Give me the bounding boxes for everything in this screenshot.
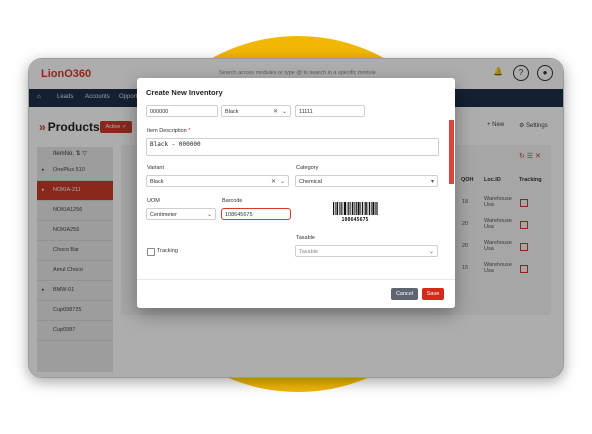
chevron-down-icon[interactable]: ⌄ xyxy=(207,209,212,221)
tracking-label: Tracking xyxy=(157,248,178,254)
variant-select[interactable]: Black ✕ ⌄ xyxy=(146,175,289,187)
modal-title: Create New Inventory xyxy=(146,88,223,97)
barcode-number: 108645675 xyxy=(341,217,369,223)
create-inventory-modal: Create New Inventory 000000 Black ✕ ⌄ 11… xyxy=(137,78,455,308)
chevron-down-icon[interactable]: ⌄ xyxy=(280,176,285,188)
color-select[interactable]: Black ✕ ⌄ xyxy=(221,105,291,117)
modal-body: 000000 Black ✕ ⌄ 11111 Item Description … xyxy=(137,103,455,279)
chevron-down-icon[interactable]: ⌄ xyxy=(429,246,434,258)
item-description-label: Item Description * xyxy=(147,128,191,134)
uom-label: UOM xyxy=(147,198,160,204)
modal-footer: Cancel Save xyxy=(137,279,455,308)
clear-icon[interactable]: ✕ xyxy=(273,106,278,118)
caret-down-icon[interactable]: ▾ xyxy=(431,176,434,188)
category-label: Category xyxy=(296,165,319,171)
barcode-label: Barcode xyxy=(222,198,243,204)
clear-icon[interactable]: ✕ xyxy=(271,176,276,188)
variant-label: Variant xyxy=(147,165,165,171)
save-button[interactable]: Save xyxy=(422,288,444,300)
tracking-checkbox[interactable] xyxy=(147,248,155,256)
barcode-field[interactable]: 108645675 xyxy=(221,208,291,220)
uom-select[interactable]: Centimeter ⌄ xyxy=(146,208,216,220)
code-field[interactable]: 000000 xyxy=(146,105,218,117)
category-select[interactable]: Chemical ▾ xyxy=(295,175,438,187)
scrollbar[interactable] xyxy=(449,120,454,184)
qty-field[interactable]: 11111 xyxy=(295,105,365,117)
barcode-image xyxy=(333,202,378,215)
taxable-select[interactable]: Taxable ⌄ xyxy=(295,245,438,257)
taxable-label: Taxable xyxy=(296,235,315,241)
item-description-field[interactable]: Black - 000000 xyxy=(146,138,439,156)
cancel-button[interactable]: Cancel xyxy=(391,288,418,300)
chevron-down-icon[interactable]: ⌄ xyxy=(282,106,287,118)
